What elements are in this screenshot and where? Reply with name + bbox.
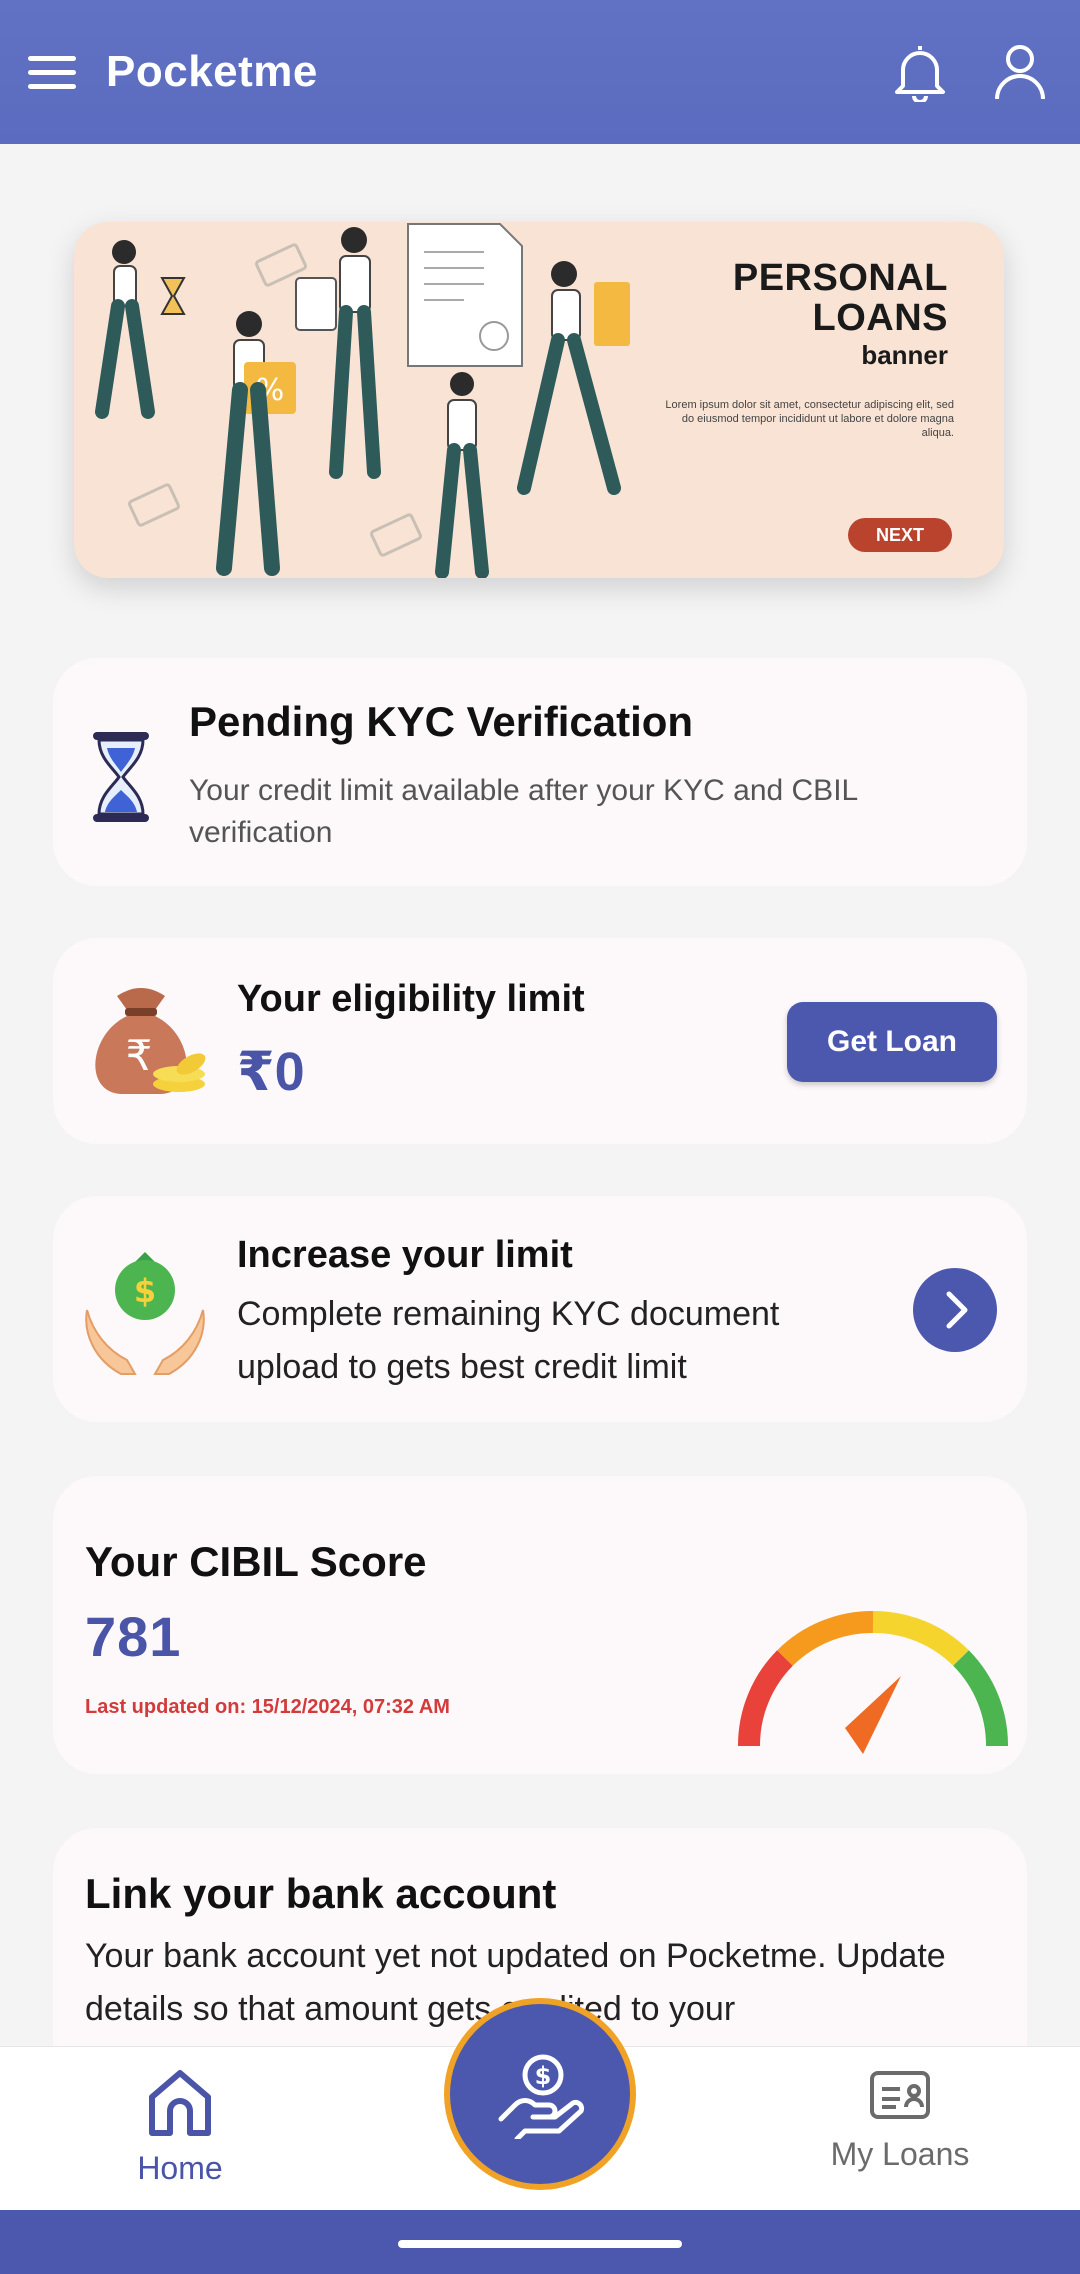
apply-loan-fab[interactable]: $ — [444, 1998, 636, 2190]
eligibility-title: Your eligibility limit — [237, 978, 585, 1020]
banner-body: Lorem ipsum dolor sit amet, consectetur … — [665, 399, 954, 439]
increase-description: Complete remaining KYC document upload t… — [237, 1295, 780, 1386]
cibil-title: Your CIBIL Score — [85, 1538, 427, 1585]
nav-home-label: Home — [137, 2150, 223, 2186]
cibil-updated: Last updated on: 15/12/2024, 07:32 AM — [85, 1696, 450, 1718]
banner-title: PERSONAL LOANS — [733, 258, 948, 338]
kyc-card[interactable]: Pending KYC Verification Your credit lim… — [53, 658, 1027, 886]
svg-text:$: $ — [134, 1272, 156, 1310]
hamburger-menu-icon[interactable] — [28, 47, 78, 97]
personal-loans-banner[interactable]: % PERSONAL LOANS banner Lorem ipsum dolo… — [74, 222, 1004, 578]
eligibility-card: ₹ Your eligibility limit ₹0 Get Loan — [53, 938, 1027, 1144]
chevron-right-icon[interactable] — [913, 1268, 997, 1352]
banner-subtitle: banner — [861, 340, 948, 370]
kyc-description: Your credit limit available after your K… — [189, 774, 858, 849]
kyc-title: Pending KYC Verification — [189, 698, 694, 745]
svg-text:$: $ — [535, 2062, 552, 2090]
hands-money-icon: $ — [81, 1246, 211, 1381]
banner-next-button[interactable]: NEXT — [848, 518, 952, 552]
cibil-score-card: Your CIBIL Score 781 Last updated on: 15… — [53, 1476, 1027, 1774]
banner-title-line1: PERSONAL — [732, 257, 948, 299]
nav-home[interactable]: Home — [70, 2067, 290, 2187]
app-header: Pocketme — [0, 0, 1080, 144]
money-bag-icon: ₹ — [81, 978, 211, 1103]
app-title: Pocketme — [106, 47, 318, 96]
loan-card-icon — [870, 2071, 930, 2119]
nav-my-loans-label: My Loans — [830, 2136, 970, 2172]
increase-title: Increase your limit — [237, 1234, 573, 1276]
speedometer-gauge-icon — [733, 1606, 1013, 1761]
system-navigation-bar — [0, 2210, 1080, 2274]
hourglass-icon — [91, 730, 151, 829]
increase-limit-card[interactable]: $ Increase your limit Complete remaining… — [53, 1196, 1027, 1422]
nav-my-loans[interactable]: My Loans — [790, 2067, 1010, 2173]
home-indicator[interactable] — [398, 2240, 682, 2248]
hand-dollar-icon: $ — [498, 2054, 585, 2139]
bank-title: Link your bank account — [85, 1870, 557, 1917]
user-icon[interactable] — [988, 40, 1052, 104]
svg-text:₹: ₹ — [126, 1031, 153, 1080]
eligibility-amount: ₹0 — [237, 1042, 305, 1102]
cibil-score: 781 — [85, 1605, 182, 1668]
banner-title-line2: LOANS — [812, 297, 948, 339]
banner-illustration: % — [95, 223, 630, 578]
get-loan-button[interactable]: Get Loan — [787, 1002, 997, 1082]
home-icon — [149, 2070, 211, 2136]
bell-icon[interactable] — [888, 40, 952, 104]
